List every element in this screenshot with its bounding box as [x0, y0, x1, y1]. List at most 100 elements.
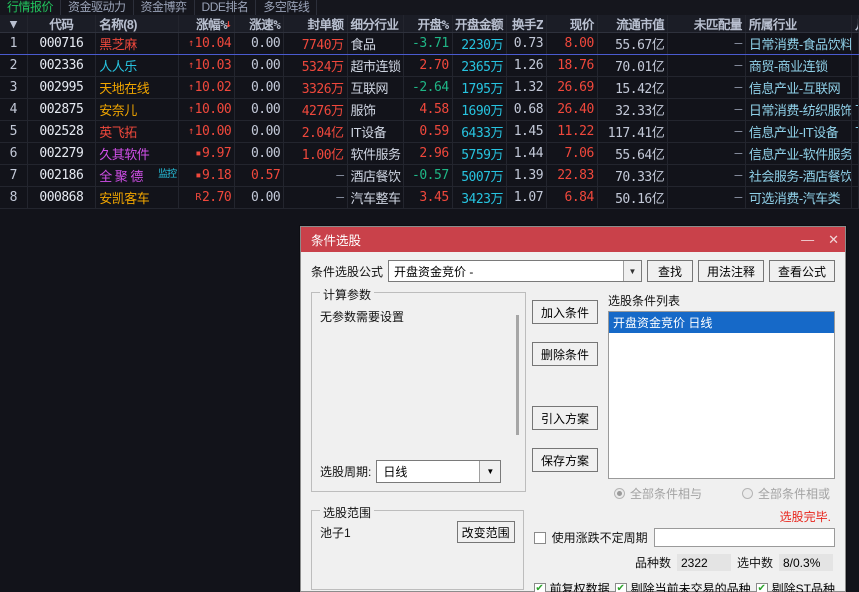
stock-code: 000868	[28, 187, 97, 208]
scope-group: 选股范围 池子1 改变范围	[311, 504, 524, 590]
unmatched-volume: —	[668, 77, 746, 98]
params-scrollbar[interactable]	[516, 315, 519, 435]
condition-list-label: 选股条件列表	[608, 294, 681, 308]
scope-value: 池子1	[320, 526, 351, 540]
current-price: 26.40	[547, 99, 598, 120]
stock-name: 久其软件	[96, 143, 180, 164]
count-label: 品种数	[634, 556, 671, 570]
table-row[interactable]: 8 000868 安凯客车 R 2.70 0.00— 汽车整车 3.45 3423万 1.07 6.…	[0, 187, 859, 209]
view-formula-button[interactable]: 查看公式	[768, 260, 835, 282]
formula-combobox[interactable]: 开盘资金竞价 - ▼	[388, 260, 642, 282]
delete-condition-button[interactable]: 删除条件	[532, 342, 598, 366]
current-price: 18.76	[547, 55, 598, 76]
table-row[interactable]: 7 002186 全 聚 德监控 ▪ 9.18 0.57— 酒店餐饮 -0.57 5007万 1.…	[0, 165, 859, 187]
condition-button-column: 加入条件 删除条件 引入方案 保存方案	[526, 292, 604, 502]
chevron-down-icon[interactable]: ▼	[479, 461, 501, 482]
checkbox-exclude-untraded-group[interactable]: 剔除当前未交易的品种	[614, 580, 751, 592]
header-extra[interactable]: 几	[852, 15, 859, 32]
current-price: 22.83	[547, 165, 598, 186]
header-unmatched-volume[interactable]: 未匹配量	[668, 15, 746, 32]
checkbox-exclude-st[interactable]	[755, 582, 768, 592]
sub-industry: 汽车整车	[348, 187, 404, 208]
table-row[interactable]: 5 002528 英飞拓 ↑ 10.00 0.00 2.04亿 IT设备 0.59 6433万 1.…	[0, 121, 859, 143]
sector: 信息产业-IT设备	[746, 121, 852, 142]
import-plan-button[interactable]: 引入方案	[532, 406, 598, 430]
calc-params-group: 计算参数 无参数需要设置 选股周期: 日线 ▼	[311, 286, 526, 492]
menu-item-0[interactable]: 行情报价	[0, 0, 62, 15]
add-condition-button[interactable]: 加入条件	[532, 300, 598, 324]
stock-name: 天地在线	[96, 77, 180, 98]
period-combobox[interactable]: 日线 ▼	[376, 460, 502, 483]
header-open-pct[interactable]: 开盘%	[404, 15, 453, 32]
checkbox-exclude-st-label: 剔除ST品种	[771, 582, 835, 592]
sector: 商贸-商业连锁	[746, 55, 852, 76]
header-turnover[interactable]: 换手Z	[507, 15, 548, 32]
open-amount: 5007万	[453, 165, 507, 186]
chevron-down-icon[interactable]: ▼	[622, 261, 641, 281]
table-body: 1 000716 黑芝麻 ↑ 10.04 0.00 7740万 食品 -3.71 2230万 0.7…	[0, 33, 859, 209]
minimize-icon[interactable]: —	[801, 232, 814, 247]
table-row[interactable]: 6 002279 久其软件 ▪ 9.97 0.00 1.00亿 软件服务 2.96 5759万 1.…	[0, 143, 859, 165]
header-market-cap[interactable]: 流通市值	[598, 15, 669, 32]
header-sort-icon[interactable]: ▼	[0, 15, 28, 32]
header-seal-amount[interactable]: 封单额	[284, 15, 348, 32]
header-speed-pct[interactable]: 涨速%	[235, 15, 285, 32]
unmatched-volume: —	[668, 143, 746, 164]
condition-logic-radios: 全部条件相与 全部条件相或	[608, 485, 835, 502]
header-code[interactable]: 代码	[28, 15, 97, 32]
checkbox-exclude-st-group[interactable]: 剔除ST品种	[755, 580, 835, 592]
change-pct: ↑ 10.04	[179, 33, 236, 54]
sub-industry: 酒店餐饮	[348, 165, 404, 186]
header-sub-industry[interactable]: 细分行业	[348, 15, 404, 32]
change-pct: R 2.70	[179, 187, 236, 208]
save-plan-button[interactable]: 保存方案	[532, 448, 598, 472]
change-scope-button[interactable]: 改变范围	[456, 521, 515, 543]
seal-amount: 7740万	[284, 33, 348, 54]
open-pct: 0.59	[404, 121, 453, 142]
extra-col	[852, 77, 859, 98]
menu-item-1[interactable]: 资金驱动力	[61, 0, 134, 15]
counts-row: 品种数 2322 选中数 8/0.3%	[534, 554, 835, 571]
menu-item-3[interactable]: DDE排名	[195, 0, 257, 15]
condition-stock-picker-dialog: 条件选股 — ✕ 条件选股公式 开盘资金竞价 - ▼ 查找 用法注释 查看公式 …	[300, 226, 846, 592]
market-cap: 70.01亿	[598, 55, 669, 76]
table-row[interactable]: 2 002336 人人乐 ↑ 10.03 0.00 5324万 超市连锁 2.70 2365万 1.…	[0, 55, 859, 77]
table-header-row: ▼ 代码 名称(8) 涨幅% ↓ 涨速% 封单额 细分行业 开盘% 开盘金额 换手…	[0, 15, 859, 33]
undetermined-period-input[interactable]	[653, 528, 835, 547]
condition-list-column: 选股条件列表 开盘资金竞价 日线 全部条件相与 全部条件相或	[604, 292, 835, 502]
checkbox-exclude-untraded[interactable]	[614, 582, 627, 592]
seal-amount: —	[284, 165, 348, 186]
header-name[interactable]: 名称(8)	[96, 15, 180, 32]
filter-checkbox-row: 前复权数据 剔除当前未交易的品种 剔除ST品种	[533, 580, 835, 592]
menu-item-2[interactable]: 资金博弈	[134, 0, 195, 15]
close-icon[interactable]: ✕	[828, 232, 839, 248]
table-row[interactable]: 4 002875 安奈儿 ↑ 10.00 0.00 4276万 服饰 4.58 1690万 0.68…	[0, 99, 859, 121]
list-item[interactable]: 开盘资金竞价 日线	[609, 312, 834, 333]
period-label: 选股周期:	[320, 465, 372, 479]
checkbox-forward-adjust-group[interactable]: 前复权数据	[533, 580, 610, 592]
radio-all-or[interactable]: 全部条件相或	[742, 485, 830, 502]
stock-name: 英飞拓	[96, 121, 180, 142]
menu-item-4[interactable]: 多空阵线	[256, 0, 318, 15]
dialog-titlebar[interactable]: 条件选股 — ✕	[301, 227, 845, 252]
quote-table: ▼ 代码 名称(8) 涨幅% ↓ 涨速% 封单额 细分行业 开盘% 开盘金额 换手…	[0, 15, 859, 215]
unmatched-volume: —	[668, 99, 746, 120]
sector: 信息产业-互联网	[746, 77, 852, 98]
checkbox-forward-adjust[interactable]	[533, 582, 546, 592]
condition-listbox[interactable]: 开盘资金竞价 日线	[608, 311, 835, 479]
table-row[interactable]: 1 000716 黑芝麻 ↑ 10.04 0.00 7740万 食品 -3.71 2230万 0.7…	[0, 33, 859, 55]
open-pct: 2.96	[404, 143, 453, 164]
checkbox-use-undetermined[interactable]	[533, 531, 546, 544]
header-change-pct[interactable]: 涨幅% ↓	[179, 15, 236, 32]
usage-note-button[interactable]: 用法注释	[697, 260, 764, 282]
formula-row: 条件选股公式 开盘资金竞价 - ▼ 查找 用法注释 查看公式	[311, 260, 835, 282]
search-button[interactable]: 查找	[646, 260, 693, 282]
header-open-amount[interactable]: 开盘金额	[453, 15, 507, 32]
radio-all-and[interactable]: 全部条件相与	[614, 485, 702, 502]
header-price[interactable]: 现价	[547, 15, 598, 32]
speed-pct: 0.00	[235, 187, 285, 208]
table-row[interactable]: 3 002995 天地在线 ↑ 10.02 0.00 3326万 互联网 -2.64 1795万 1…	[0, 77, 859, 99]
unmatched-volume: —	[668, 165, 746, 186]
count-value: 2322	[676, 554, 731, 571]
header-sector[interactable]: 所属行业	[746, 15, 852, 32]
